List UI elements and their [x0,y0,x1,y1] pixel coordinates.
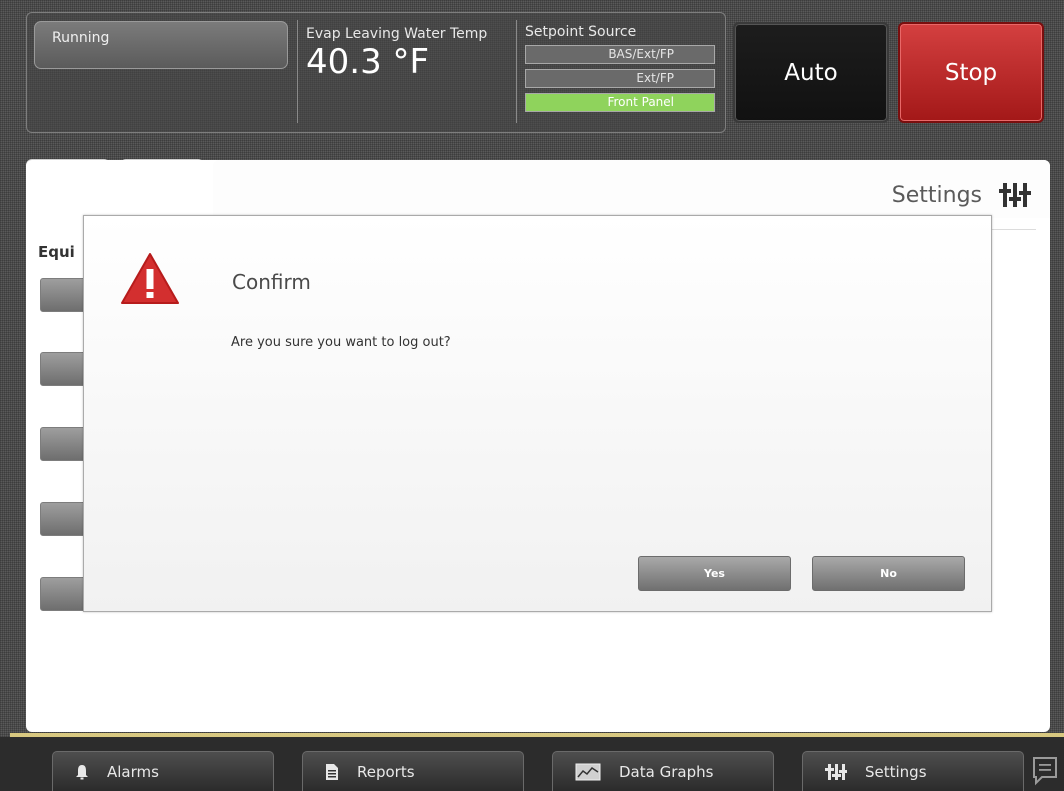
setpoint-option-ext[interactable]: Ext/FP [525,69,715,88]
title-divider [990,229,1036,230]
stop-button[interactable]: Stop [898,22,1044,123]
section-heading: Equi [38,243,75,261]
settings-sliders-icon [998,181,1032,213]
nav-tab-reports[interactable]: Reports [302,751,524,791]
confirm-dialog [83,215,992,612]
yes-button-label: Yes [704,567,725,580]
no-button-label: No [880,567,897,580]
header-divider [516,20,517,123]
evap-temp-value: 40.3 °F [306,42,430,82]
nav-tab-label: Settings [865,762,927,781]
page-title: Settings [891,183,982,208]
chat-icon[interactable] [1031,756,1059,790]
auto-button-label: Auto [784,59,838,86]
yes-button[interactable]: Yes [638,556,791,591]
stop-button-label: Stop [944,59,998,86]
nav-tab-label: Data Graphs [619,762,714,781]
graph-icon [575,763,601,781]
bell-icon [75,764,89,780]
dialog-message: Are you sure you want to log out? [231,335,451,350]
nav-tab-label: Reports [357,762,415,781]
setpoint-option-front-panel[interactable]: Front Panel [525,93,715,112]
auto-button[interactable]: Auto [733,22,889,123]
nav-tab-label: Alarms [107,762,159,781]
document-icon [325,763,339,781]
setpoint-option-bas[interactable]: BAS/Ext/FP [525,45,715,64]
nav-tab-alarms[interactable]: Alarms [52,751,274,791]
run-status-box: Running [34,21,288,69]
settings-sliders-icon [825,763,847,781]
header-divider [297,20,298,123]
warning-icon [120,252,180,310]
setpoint-source-label: Setpoint Source [525,24,637,40]
nav-tab-settings[interactable]: Settings [802,751,1024,791]
run-status-text: Running [52,30,110,46]
no-button[interactable]: No [812,556,965,591]
evap-temp-label: Evap Leaving Water Temp [306,26,488,42]
dialog-title: Confirm [232,270,311,294]
nav-tab-data-graphs[interactable]: Data Graphs [552,751,774,791]
